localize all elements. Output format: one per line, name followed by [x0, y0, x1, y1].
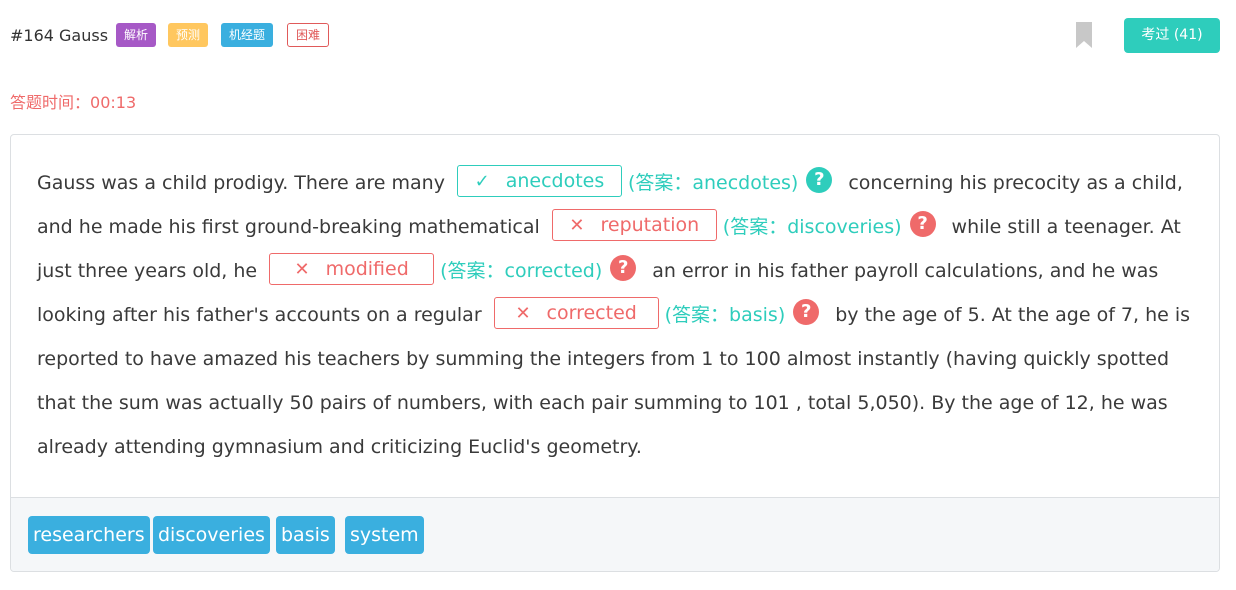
blank-2-value: reputation — [600, 213, 700, 236]
passage: Gauss was a child prodigy. There are man… — [11, 135, 1219, 497]
taken-count-button[interactable]: 考过 (41) — [1124, 18, 1220, 53]
blank-4-value: corrected — [546, 301, 637, 324]
passage-text: Gauss was a child prodigy. There are man… — [37, 172, 445, 194]
tag-exam-question[interactable]: 机经题 — [221, 23, 274, 47]
question-title: #164 Gauss — [10, 26, 109, 45]
help-icon[interactable]: ? — [909, 210, 936, 237]
timer-label: 答题时间： — [10, 93, 91, 112]
blank-1-value: anecdotes — [505, 169, 605, 192]
question-header: #164 Gauss 解析 预测 机经题 困难 考过 (41) — [10, 18, 1220, 54]
blank-3[interactable]: ✕ modified — [269, 252, 435, 285]
help-icon[interactable]: ? — [610, 254, 637, 281]
word-options: researchers discoveries basis system — [11, 497, 1219, 571]
help-icon[interactable]: ? — [793, 298, 820, 325]
check-icon: ✓ — [474, 170, 490, 192]
answer-timer: 答题时间：00:13 — [10, 89, 136, 113]
cross-icon: ✕ — [294, 258, 310, 280]
tag-prediction[interactable]: 预测 — [168, 23, 209, 47]
option-basis[interactable]: basis — [276, 516, 335, 554]
blank-3-value: modified — [325, 257, 409, 280]
question-card: Gauss was a child prodigy. There are man… — [10, 134, 1220, 572]
option-researchers[interactable]: researchers — [28, 516, 150, 554]
cross-icon: ✕ — [569, 214, 585, 236]
tag-difficulty: 困难 — [287, 23, 330, 47]
blank-2-answer: (答案：discoveries) — [722, 216, 902, 238]
blank-2[interactable]: ✕ reputation — [551, 208, 717, 241]
blank-4-answer: (答案：basis) — [664, 304, 786, 326]
timer-value: 00:13 — [90, 93, 137, 112]
help-icon[interactable]: ? — [806, 166, 833, 193]
blank-3-answer: (答案：corrected) — [440, 260, 603, 282]
cross-icon: ✕ — [515, 302, 531, 324]
option-discoveries[interactable]: discoveries — [153, 516, 270, 554]
tag-analysis[interactable]: 解析 — [116, 23, 157, 47]
blank-1[interactable]: ✓ anecdotes — [456, 164, 622, 197]
blank-1-answer: (答案：anecdotes) — [627, 172, 799, 194]
bookmark-icon[interactable] — [1076, 22, 1092, 48]
option-system[interactable]: system — [345, 516, 424, 554]
blank-4[interactable]: ✕ corrected — [493, 296, 659, 329]
